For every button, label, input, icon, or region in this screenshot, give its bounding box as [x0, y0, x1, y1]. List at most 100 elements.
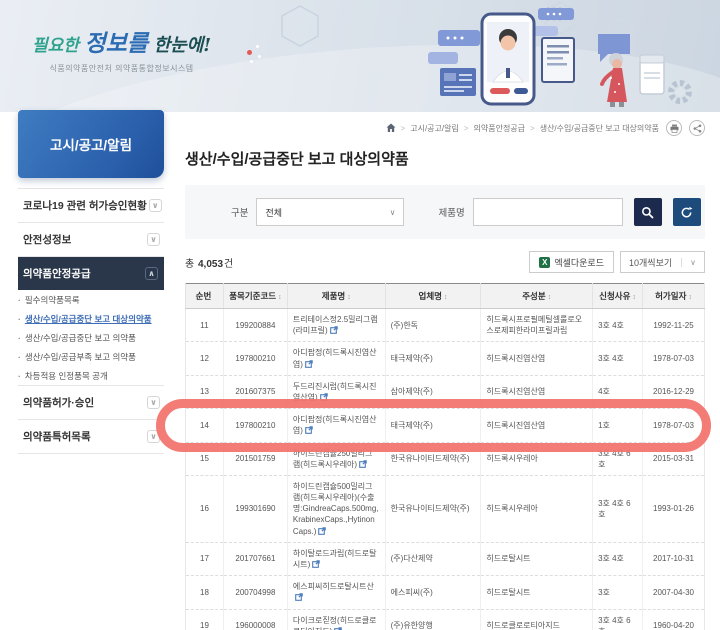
sidebar-item[interactable]: 코로나19 관련 허가승인현황 ∨: [18, 189, 164, 223]
sort-icon[interactable]: ↕: [632, 294, 636, 301]
breadcrumb-item[interactable]: 생산/수입/공급중단 보고 대상의약품: [540, 123, 659, 134]
cell-no: 18: [185, 575, 224, 610]
sidebar-subitem[interactable]: · 필수의약품목록: [18, 290, 164, 309]
external-link-icon[interactable]: [318, 526, 327, 535]
cell-company: 한국유나이티드제약(주): [384, 475, 481, 543]
cell-no: 14: [185, 408, 224, 443]
chevron-down-icon[interactable]: ∨: [147, 430, 160, 443]
search-button[interactable]: [633, 198, 662, 226]
sort-icon[interactable]: ↕: [444, 294, 448, 301]
cell-reason: 3호 4호: [592, 542, 643, 577]
sidebar-subitem[interactable]: · 생산/수입/공급부족 보고 의약품: [18, 347, 164, 366]
cell-date: 1978-07-03: [642, 341, 705, 376]
chevron-down-icon[interactable]: ∨: [147, 396, 160, 409]
cell-code: 201501759: [222, 442, 288, 476]
cell-date: 2017-10-31: [642, 542, 705, 577]
cell-no: 19: [185, 609, 224, 630]
bullet-icon: ·: [18, 313, 21, 324]
product-link[interactable]: 두드리진시럽(히드록시진염산염): [293, 382, 377, 402]
home-icon[interactable]: [386, 123, 396, 133]
site-logo[interactable]: 필요한 정보를 한눈에! 식품의약품안전처 의약품통합정보시스템: [32, 24, 211, 74]
breadcrumb-separator: >: [530, 123, 535, 133]
share-icon: [693, 124, 701, 132]
table-row: 17 201707661 하이탈로드과립(히드로탈시트) (주)다산제약 히드로…: [185, 542, 705, 577]
chevron-down-icon[interactable]: ∨: [147, 233, 160, 246]
cell-company: 에스피씨(주): [384, 575, 481, 610]
external-link-icon[interactable]: [305, 426, 313, 435]
chevron-down-icon: ∨: [389, 207, 396, 217]
page-size-select[interactable]: 10개씩보기 ∨: [620, 251, 705, 273]
external-link-icon[interactable]: [312, 560, 321, 568]
product-link[interactable]: 하이드린캡슐500밀리그램(히드록시우레아)(수출명:GindreaCaps.5…: [293, 482, 379, 536]
reset-button[interactable]: [672, 198, 701, 226]
product-link[interactable]: 하이탈로드과립(히드로탈시트): [293, 549, 377, 569]
drug-table: 순번 품목기준코드 ↕ 제품명 ↕ 업체명 ↕ 주성분 ↕ 신청사유 ↕ 허가일자 ↕: [185, 283, 705, 630]
table-header-cell[interactable]: 신청사유 ↕: [592, 283, 643, 309]
search-icon: [642, 206, 654, 218]
result-toolbar: 총 4,053건 X 엑셀다운로드 10개씩보기 ∨: [185, 251, 705, 273]
cell-product: 아디팜정(히드록시진염산염): [286, 341, 386, 376]
external-link-icon[interactable]: [359, 459, 367, 468]
external-link-icon[interactable]: [295, 593, 303, 602]
table-header-cell[interactable]: 품목기준코드 ↕: [222, 283, 288, 309]
print-button[interactable]: [666, 120, 682, 136]
sidebar-item[interactable]: 안전성정보 ∨: [18, 223, 164, 257]
cell-no: 11: [185, 308, 224, 343]
cell-reason: 3호 4호 6호: [592, 442, 643, 476]
breadcrumb-item[interactable]: 고시/공고/알림: [410, 123, 459, 134]
cell-company: 태극제약(주): [384, 408, 481, 443]
cell-no: 13: [185, 375, 224, 410]
breadcrumb-item[interactable]: 의약품안정공급: [474, 123, 526, 134]
table-header-cell[interactable]: 제품명 ↕: [286, 283, 386, 309]
cell-date: 1960-04-20: [642, 609, 705, 630]
table-row: 13 201607375 두드리진시럽(히드록시진염산염) 삼아제약(주) 히드…: [185, 375, 705, 410]
cell-code: 201707661: [222, 542, 288, 577]
chevron-up-icon[interactable]: ∧: [145, 267, 158, 280]
sort-icon[interactable]: ↕: [548, 294, 552, 301]
product-link[interactable]: 에스피씨히드로탈시트산: [293, 582, 374, 591]
cell-ingredient: 히드록시우레아: [480, 442, 593, 476]
bullet-icon: ·: [18, 351, 21, 362]
table-header-cell[interactable]: 허가일자 ↕: [642, 283, 705, 309]
table-header-cell[interactable]: 주성분 ↕: [480, 283, 593, 309]
cell-code: 199301690: [222, 475, 288, 543]
breadcrumb-separator: >: [400, 123, 406, 133]
cell-company: (주)한독: [384, 308, 481, 343]
cell-code: 196000008: [222, 609, 288, 630]
search-panel: 구분 전체 ∨ 제품명: [185, 185, 705, 239]
table-header-cell[interactable]: 업체명 ↕: [384, 283, 481, 309]
cell-date: 1978-07-03: [642, 408, 705, 443]
product-name-input[interactable]: [472, 198, 623, 226]
table-row: 11 199200884 트리테이스정2.5밀리그램(라미프릴) (주)한독 히…: [185, 308, 705, 343]
bullet-icon: ·: [18, 370, 21, 381]
external-link-icon[interactable]: [319, 393, 328, 401]
sidebar-item[interactable]: 의약품허가·승인 ∨: [18, 386, 164, 420]
cell-product: 트리테이스정2.5밀리그램(라미프릴): [286, 308, 386, 343]
cell-no: 12: [185, 341, 224, 376]
table-header-cell[interactable]: 순번: [185, 283, 224, 309]
excel-download-button[interactable]: X 엑셀다운로드: [529, 251, 614, 273]
category-select[interactable]: 전체 ∨: [256, 198, 405, 226]
share-button[interactable]: [689, 120, 705, 136]
sidebar-subitem[interactable]: · 생산/수입/공급중단 보고 대상의약품: [18, 309, 164, 328]
sidebar-item-drug-supply[interactable]: 의약품안정공급 ∧: [18, 257, 164, 290]
cell-company: 삼아제약(주): [384, 375, 481, 410]
sidebar-subitem[interactable]: · 차등적용 인정품목 공개: [18, 366, 164, 385]
sort-icon[interactable]: ↕: [278, 294, 282, 301]
sidebar-item[interactable]: 의약품특허목록 ∨: [18, 420, 164, 454]
sort-icon[interactable]: ↕: [688, 294, 692, 301]
sidebar-subitem[interactable]: · 생산/수입/공급중단 보고 의약품: [18, 328, 164, 347]
cell-code: 199200884: [222, 308, 288, 343]
chevron-down-icon[interactable]: ∨: [148, 199, 162, 212]
cell-ingredient: 히드록시진염산염: [480, 341, 593, 376]
table-row: 14 197800210 아디팜정(히드록시진염산염) 태극제약(주) 히드록시…: [185, 408, 705, 443]
cell-reason: 3호: [592, 575, 643, 610]
cell-no: 16: [185, 475, 224, 543]
cell-company: 한국유나이티드제약(주): [384, 442, 481, 476]
sort-icon[interactable]: ↕: [347, 294, 351, 301]
cell-date: 2016-12-29: [642, 375, 705, 410]
external-link-icon[interactable]: [329, 326, 338, 335]
logo-slogan: 필요한 정보를 한눈에!: [32, 30, 212, 57]
external-link-icon[interactable]: [305, 359, 313, 368]
cell-ingredient: 히드록시우레아: [480, 475, 593, 543]
